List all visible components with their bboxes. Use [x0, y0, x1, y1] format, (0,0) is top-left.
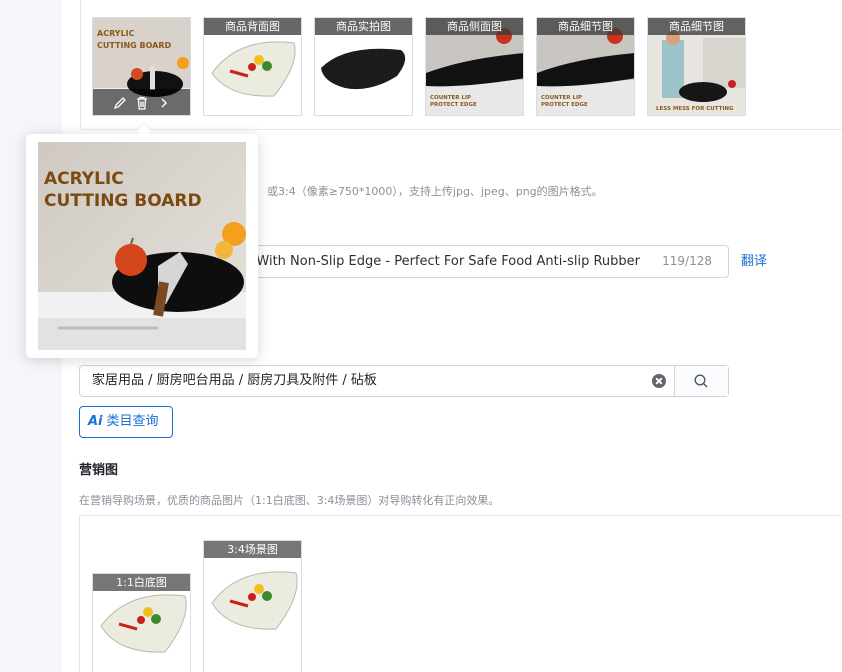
category-search-button[interactable] — [674, 366, 728, 396]
thumb-caption: 商品细节图 — [648, 18, 745, 35]
main-image-thumb-3[interactable]: 商品实拍图 — [314, 17, 413, 116]
preview-title-line2: CUTTING BOARD — [44, 191, 202, 211]
search-icon — [694, 374, 708, 388]
main-image-thumb-4[interactable]: 商品侧面图 COUNTER LIP PROTECT EDGE — [425, 17, 524, 116]
marketing-caption: 3:4场景图 — [204, 541, 301, 558]
main-image-thumb-6[interactable]: 商品细节图 LESS MESS FOR CUTTING — [647, 17, 746, 116]
main-image-thumb-2[interactable]: 商品背面图 — [203, 17, 302, 116]
marketing-hint: 在营销导购场景，优质的商品图片（1:1白底图、3:4场景图）对导购转化有正向效果… — [79, 494, 500, 507]
scene-board-icon — [204, 541, 301, 672]
main-image-thumb-1[interactable]: ACRYLIC CUTTING BOARD — [92, 17, 191, 116]
thumb-overlay-text: PROTECT EDGE — [541, 102, 588, 108]
category-input[interactable]: 家居用品 / 厨房吧台用品 / 厨房刀具及附件 / 砧板 — [79, 365, 729, 397]
ai-category-query-button[interactable]: Ai 类目查询 — [79, 406, 173, 438]
image-format-hint: 或3:4（像素≥750*1000），支持上传jpg、jpeg、png的图片格式。 — [267, 185, 603, 198]
image-preview-popover: ACRYLIC CUTTING BOARD — [26, 134, 258, 358]
preview-title-line1: ACRYLIC — [44, 169, 124, 189]
marketing-images-box: 1:1白底图 3:4场景图 — [79, 515, 842, 672]
delete-icon[interactable] — [135, 95, 149, 110]
acrylic-board-preview-image: ACRYLIC CUTTING BOARD — [38, 142, 246, 350]
category-value: 家居用品 / 厨房吧台用品 / 厨房刀具及附件 / 砧板 — [92, 373, 377, 388]
thumb-caption: 商品实拍图 — [315, 18, 412, 35]
thumb-title-line2: CUTTING BOARD — [97, 41, 172, 50]
main-image-thumb-5[interactable]: 商品细节图 COUNTER LIP PROTECT EDGE — [536, 17, 635, 116]
translate-link[interactable]: 翻译 — [741, 250, 767, 269]
ai-button-label: 类目查询 — [106, 414, 159, 429]
thumb-overlay-text: COUNTER LIP — [541, 95, 582, 101]
thumb-title-line1: ACRYLIC — [97, 29, 135, 38]
title-char-count: 119/128 — [662, 254, 712, 268]
chevron-right-icon[interactable] — [157, 95, 171, 109]
thumb-caption: 商品细节图 — [537, 18, 634, 35]
thumb-caption: 商品背面图 — [204, 18, 301, 35]
marketing-image-3x4[interactable]: 3:4场景图 — [203, 540, 302, 672]
thumb-overlay-text: COUNTER LIP — [430, 95, 471, 101]
marketing-section-title: 营销图 — [79, 463, 119, 478]
thumb-toolbar — [93, 89, 190, 115]
ai-icon: Ai — [88, 414, 103, 429]
marketing-caption: 1:1白底图 — [93, 574, 190, 591]
thumb-overlay-text: PROTECT EDGE — [430, 102, 477, 108]
thumb-overlay-text: LESS MESS FOR CUTTING — [656, 106, 734, 112]
clear-icon[interactable] — [652, 374, 666, 388]
main-image-strip: ACRYLIC CUTTING BOARD 商品背面图 商品实拍图 商品侧面图 … — [80, 0, 842, 130]
marketing-image-1x1[interactable]: 1:1白底图 — [92, 573, 191, 672]
thumb-caption: 商品侧面图 — [426, 18, 523, 35]
edit-icon[interactable] — [113, 95, 127, 110]
